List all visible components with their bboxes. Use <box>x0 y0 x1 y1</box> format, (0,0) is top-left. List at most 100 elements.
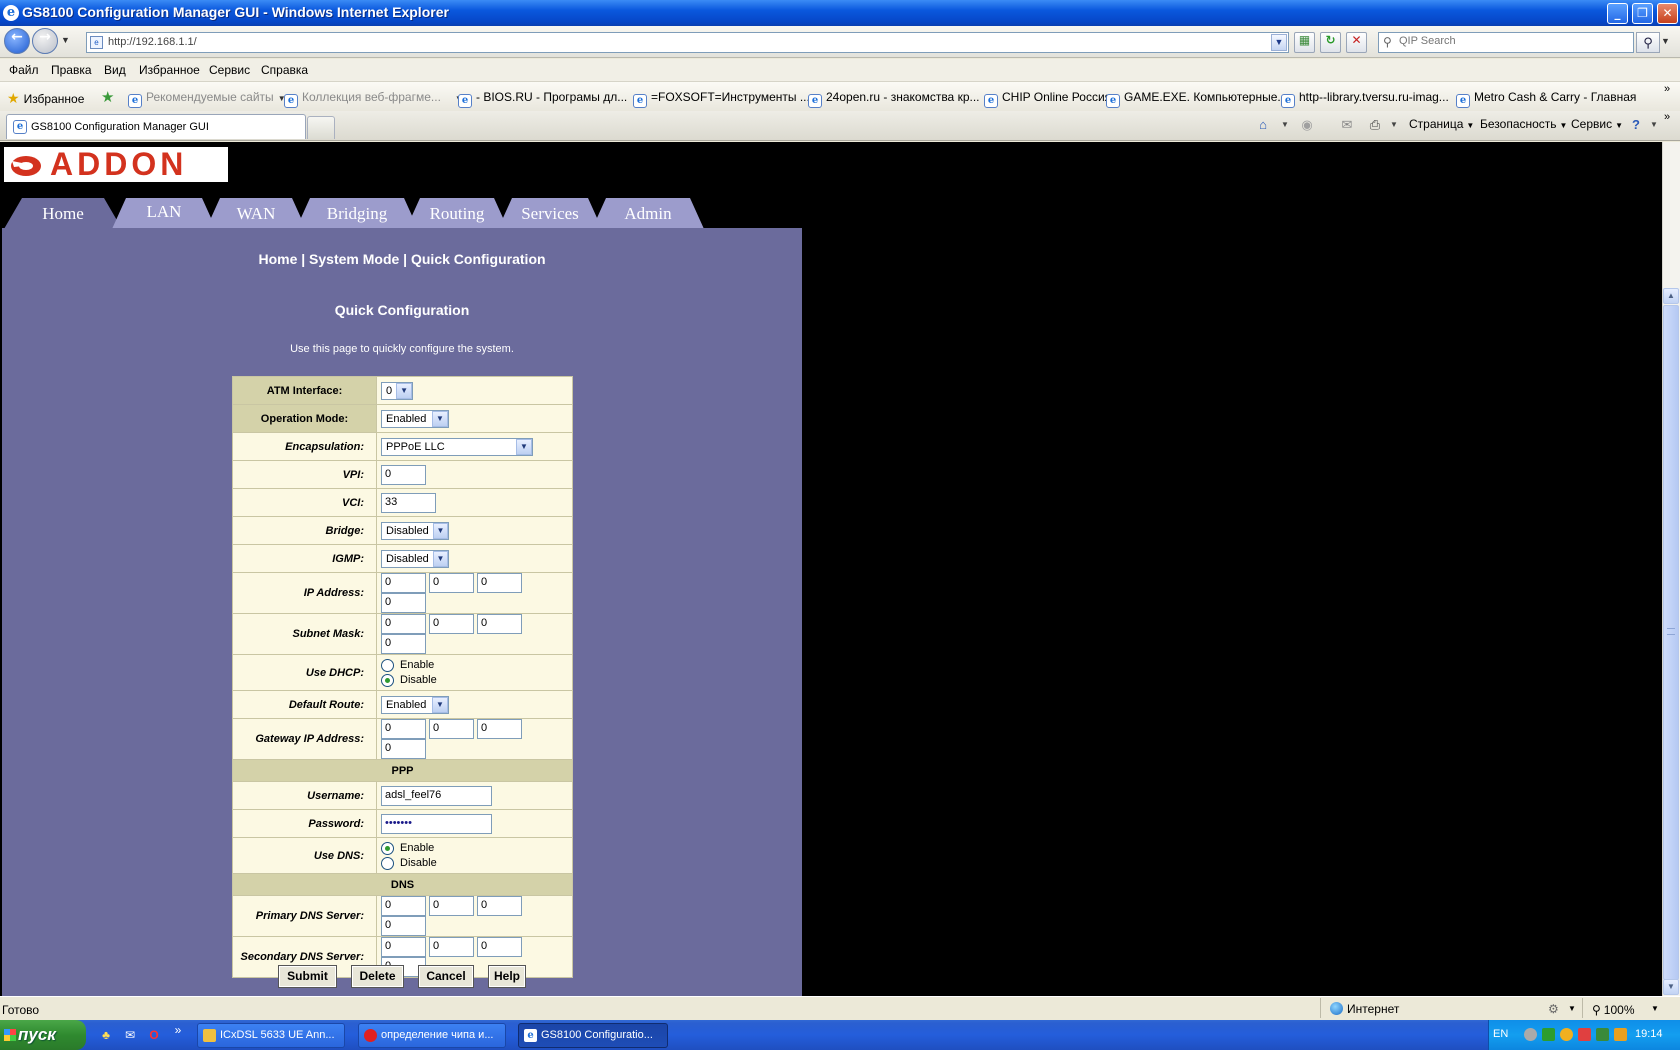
address-url[interactable]: http://192.168.1.1/ <box>108 36 197 48</box>
zoom-dropdown-icon[interactable]: ▼ <box>1651 1004 1659 1013</box>
command-security[interactable]: Безопасность ▼ <box>1480 117 1567 131</box>
router-tab-home[interactable]: Home <box>4 198 122 229</box>
gateway-ip-octet-2[interactable]: 0 <box>429 719 474 739</box>
menu-file[interactable]: Файл <box>9 63 39 77</box>
feeds-icon[interactable]: ◉ <box>1298 116 1316 134</box>
subnet-mask-octet-1[interactable]: 0 <box>381 614 426 634</box>
vpi-input[interactable]: 0 <box>381 464 426 485</box>
ip-address-octet-4[interactable]: 0 <box>381 593 426 613</box>
search-input[interactable] <box>1399 35 1629 47</box>
language-indicator[interactable]: EN <box>1493 1028 1508 1040</box>
operation-mode-select[interactable]: Enabled ▼ <box>381 409 449 428</box>
router-tab-services[interactable]: Services <box>498 198 602 229</box>
router-tab-lan[interactable]: LAN <box>112 198 216 229</box>
gateway-ip-octet-1[interactable]: 0 <box>381 719 426 739</box>
fav-link-web-slice-gallery[interactable]: eКоллекция веб-фрагме...▼ <box>284 90 463 108</box>
delete-button[interactable]: Delete <box>351 965 404 988</box>
menu-edit[interactable]: Правка <box>51 63 92 77</box>
new-tab-button[interactable] <box>307 116 335 139</box>
router-tab-routing[interactable]: Routing <box>406 198 508 229</box>
fav-link-library[interactable]: e http--library.tversu.ru-imag... <box>1281 90 1449 108</box>
compatibility-view-icon[interactable]: ▦ <box>1294 32 1315 53</box>
protected-mode-dropdown-icon[interactable]: ▼ <box>1568 1004 1576 1013</box>
stop-icon[interactable]: ✕ <box>1346 32 1367 53</box>
scrollbar-thumb[interactable] <box>1663 305 1679 980</box>
submit-button[interactable]: Submit <box>278 965 337 988</box>
secondary-dns-octet-1[interactable]: 0 <box>381 937 426 957</box>
tray-icon-5[interactable] <box>1596 1028 1609 1041</box>
quicklaunch-more-chevron-icon[interactable]: » <box>170 1022 186 1038</box>
taskbar-item-opera[interactable]: определение чипа и... <box>358 1023 506 1048</box>
browser-tab[interactable]: e GS8100 Configuration Manager GUI <box>6 114 306 139</box>
search-options-icon[interactable]: ▼ <box>1661 36 1670 46</box>
cancel-button[interactable]: Cancel <box>418 965 474 988</box>
fav-link-suggested-sites[interactable]: e Рекомендуемые сайты ▼ <box>128 90 286 108</box>
subnet-mask-octet-3[interactable]: 0 <box>477 614 522 634</box>
quicklaunch-mail-icon[interactable]: ✉ <box>122 1027 138 1043</box>
tray-icon-2[interactable] <box>1542 1028 1555 1041</box>
gateway-ip-octet-4[interactable]: 0 <box>381 739 426 759</box>
print-dropdown-icon[interactable]: ▼ <box>1385 116 1403 134</box>
dhcp-disable-radio[interactable] <box>381 673 394 687</box>
secondary-dns-octet-2[interactable]: 0 <box>429 937 474 957</box>
subnet-mask-octet-4[interactable]: 0 <box>381 634 426 654</box>
primary-dns-octet-3[interactable]: 0 <box>477 896 522 916</box>
quicklaunch-opera-icon[interactable]: O <box>146 1027 162 1043</box>
command-page[interactable]: Страница ▼ <box>1409 117 1474 131</box>
window-titlebar[interactable]: e GS8100 Configuration Manager GUI - Win… <box>0 0 1680 26</box>
forward-button[interactable]: → <box>32 28 58 54</box>
maximize-button[interactable]: ❐ <box>1632 3 1653 24</box>
search-field[interactable]: ⚲ <box>1378 32 1634 53</box>
bridge-select[interactable]: Disabled ▼ <box>381 521 449 540</box>
minimize-button[interactable]: _ <box>1607 3 1628 24</box>
start-button[interactable]: пуск <box>0 1020 86 1050</box>
protected-mode-icon[interactable]: ⚙ <box>1548 1002 1559 1016</box>
atm-interface-select[interactable]: 0 ▼ <box>381 381 413 400</box>
back-button[interactable]: ← <box>4 28 30 54</box>
primary-dns-octet-2[interactable]: 0 <box>429 896 474 916</box>
secondary-dns-octet-3[interactable]: 0 <box>477 937 522 957</box>
dns-disable-radio[interactable] <box>381 856 394 870</box>
dhcp-enable-option[interactable]: Enable <box>381 658 568 673</box>
fav-link-gameexe[interactable]: e GAME.EXE. Компьютерные... <box>1106 90 1287 108</box>
gateway-ip-octet-3[interactable]: 0 <box>477 719 522 739</box>
history-dropdown-icon[interactable]: ▼ <box>61 35 70 45</box>
tray-icon-6[interactable] <box>1614 1028 1627 1041</box>
primary-dns-octet-1[interactable]: 0 <box>381 896 426 916</box>
dhcp-enable-radio[interactable] <box>381 658 394 672</box>
fav-link-metro[interactable]: e Metro Cash & Carry - Главная <box>1456 90 1636 108</box>
dhcp-disable-option[interactable]: Disable <box>381 673 568 688</box>
more-favorites-chevron-icon[interactable]: » <box>1664 83 1670 95</box>
router-tab-wan[interactable]: WAN <box>206 198 306 229</box>
zoom-level[interactable]: ⚲ 100% <box>1592 1003 1635 1017</box>
dns-enable-radio[interactable] <box>381 841 394 855</box>
tray-icon-4[interactable] <box>1578 1028 1591 1041</box>
dns-disable-option[interactable]: Disable <box>381 856 568 871</box>
default-route-select[interactable]: Enabled ▼ <box>381 695 449 714</box>
close-button[interactable]: ✕ <box>1657 3 1678 24</box>
home-dropdown-icon[interactable]: ▼ <box>1276 116 1294 134</box>
fav-link-chip[interactable]: e CHIP Online Россия <box>984 90 1111 108</box>
help-button[interactable]: Help <box>488 965 526 988</box>
home-icon[interactable]: ⌂ <box>1254 116 1272 134</box>
help-icon[interactable]: ? <box>1627 116 1645 134</box>
address-dropdown-icon[interactable]: ▼ <box>1271 34 1287 51</box>
refresh-icon[interactable]: ↻ <box>1320 32 1341 53</box>
router-tab-admin[interactable]: Admin <box>592 198 704 229</box>
mail-icon[interactable]: ✉ <box>1338 116 1356 134</box>
quicklaunch-agent-icon[interactable]: ♣ <box>98 1027 114 1043</box>
search-button[interactable]: ⚲ <box>1636 32 1660 53</box>
taskbar-item-icxdsl[interactable]: ICxDSL 5633 UE Ann... <box>197 1023 345 1048</box>
print-icon[interactable]: ⎙ <box>1366 116 1384 134</box>
add-favorite-icon[interactable]: ★ <box>101 88 114 106</box>
username-input[interactable]: adsl_feel76 <box>381 785 492 806</box>
favorites-button[interactable]: ★ Избранное <box>7 90 84 107</box>
router-tab-bridging[interactable]: Bridging <box>296 198 418 229</box>
ip-address-octet-2[interactable]: 0 <box>429 573 474 593</box>
subnet-mask-octet-2[interactable]: 0 <box>429 614 474 634</box>
security-zone[interactable]: Интернет <box>1330 1002 1399 1016</box>
dns-enable-option[interactable]: Enable <box>381 841 568 856</box>
password-input[interactable]: ••••••• <box>381 813 492 834</box>
clock[interactable]: 19:14 <box>1635 1028 1663 1040</box>
menu-tools[interactable]: Сервис <box>209 63 250 77</box>
